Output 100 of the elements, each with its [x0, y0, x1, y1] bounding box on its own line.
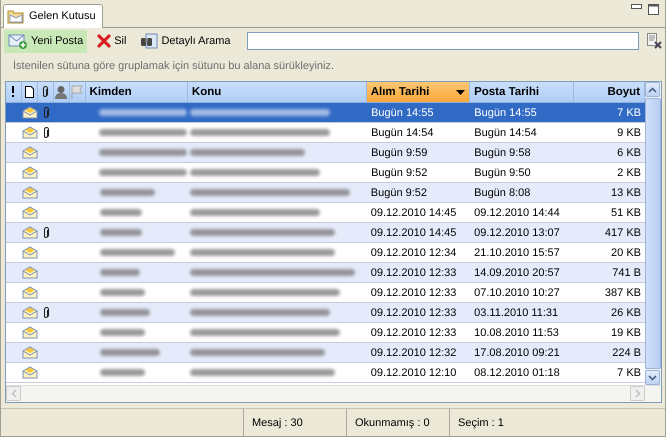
sent-date: 10.08.2010 11:53 [474, 326, 559, 339]
message-row[interactable]: Bugün 14:55 Bugün 14:55 7 KB [6, 103, 645, 124]
blurred-text [100, 329, 145, 336]
envelope-icon [22, 286, 38, 300]
blurred-text [100, 189, 155, 196]
column-header[interactable]: Alım Tarihi [366, 82, 470, 102]
message-size: 224 B [612, 346, 641, 359]
status-text: Okunmamış : 0 [355, 416, 430, 429]
message-size: 13 KB [611, 186, 641, 199]
received-date: Bugün 9:52 [370, 186, 428, 199]
message-size: 20 KB [611, 246, 641, 259]
message-size: 19 KB [611, 326, 641, 339]
toolbar-button[interactable]: Sil [93, 30, 130, 53]
received-date: 09.12.2010 12:32 [370, 346, 456, 359]
sent-date: 09.12.2010 14:44 [474, 206, 560, 219]
clear-search-icon[interactable] [646, 33, 662, 50]
sent-date: Bugün 14:54 [474, 126, 537, 139]
toolbar-button[interactable]: Yeni Posta [4, 30, 88, 53]
blurred-text [100, 309, 150, 316]
received-date: Bugün 9:52 [371, 166, 428, 179]
envelope-icon [22, 306, 38, 320]
sent-date: Bugün 9:50 [474, 166, 531, 179]
sort-arrow-icon [456, 90, 466, 95]
received-date: 09.12.2010 14:45 [370, 206, 456, 219]
received-date: 09.12.2010 12:33 [370, 286, 456, 299]
message-row[interactable]: 09.12.2010 12:10 08.12.2010 01:18 7 KB [6, 363, 645, 384]
received-date: 09.12.2010 12:33 [370, 266, 456, 279]
message-size: 9 KB [617, 126, 641, 139]
received-date: Bugün 14:54 [371, 126, 434, 139]
message-size: 26 KB [611, 306, 641, 319]
envelope-icon [22, 186, 38, 200]
message-size: 6 KB [617, 146, 641, 159]
blurred-text [100, 229, 142, 236]
scrollbar-thumb[interactable] [645, 98, 661, 370]
envelope-icon [22, 106, 38, 120]
status-text: Seçim : 1 [458, 416, 504, 429]
tab[interactable]: Gelen Kutusu [3, 4, 103, 28]
envelope-icon [22, 206, 38, 220]
column-header[interactable]: Kimden [86, 82, 188, 102]
received-date: 09.12.2010 12:33 [370, 326, 456, 339]
envelope-icon [22, 246, 38, 260]
folder-icon [7, 8, 25, 24]
blurred-text [100, 289, 145, 296]
column-header[interactable]: Posta Tarihi [470, 82, 574, 102]
blurred-text [100, 349, 160, 356]
received-date: 09.12.2010 12:10 [370, 366, 456, 379]
blurred-text [100, 269, 140, 276]
scroll-down-button[interactable] [645, 370, 660, 386]
envelope-icon [22, 146, 38, 160]
message-row[interactable]: 09.12.2010 12:33 14.09.2010 20:57 741 B [6, 263, 645, 284]
envelope-icon [22, 346, 38, 360]
delete-icon [97, 34, 112, 48]
maximize-icon[interactable] [648, 4, 659, 15]
minimize-icon[interactable] [631, 4, 642, 10]
envelope-icon [22, 126, 38, 140]
document-icon [24, 86, 34, 98]
envelope-icon [22, 226, 38, 240]
new-mail-icon [8, 33, 28, 50]
envelope-icon [22, 166, 38, 180]
received-date: 09.12.2010 12:33 [370, 306, 456, 319]
message-size: 741 B [612, 266, 641, 279]
sent-date: 08.12.2010 01:18 [474, 366, 560, 379]
message-row[interactable]: 09.12.2010 12:32 17.08.2010 09:21 224 B [6, 343, 645, 364]
blurred-text [100, 209, 142, 216]
received-date: 09.12.2010 12:34 [370, 246, 456, 259]
message-size: 387 KB [604, 286, 641, 299]
sent-date: Bugün 14:55 [474, 106, 537, 119]
envelope-icon [22, 266, 38, 280]
received-date: 09.12.2010 14:45 [370, 226, 456, 239]
scroll-up-button[interactable] [645, 82, 660, 98]
sent-date: Bugün 8:08 [474, 186, 530, 199]
group-by-hint: İstenilen sütuna göre gruplamak için sütunu bu alana sürükleyiniz. [13, 60, 334, 72]
attachment-icon [41, 86, 50, 98]
priority-icon [11, 86, 16, 98]
message-row[interactable]: Bugün 9:59 Bugün 9:58 6 KB [6, 143, 645, 164]
binoculars-icon [140, 33, 158, 50]
sent-date: 07.10.2010 10:27 [474, 286, 560, 299]
search-field[interactable] [246, 32, 639, 50]
message-size: 51 KB [611, 206, 641, 219]
received-date: Bugün 9:59 [371, 146, 428, 159]
sent-date: 03.11.2010 11:31 [474, 306, 558, 319]
message-row[interactable]: Bugün 9:52 Bugün 8:08 13 KB [6, 183, 645, 204]
sent-date: 09.12.2010 13:07 [474, 226, 560, 239]
toolbar-button[interactable]: Detaylı Arama [136, 30, 235, 53]
message-size: 7 KB [617, 106, 641, 119]
message-size: 7 KB [617, 366, 641, 379]
person-icon [54, 85, 68, 100]
status-text: Mesaj : 30 [252, 416, 303, 429]
message-size: 417 KB [604, 226, 641, 239]
blurred-text [100, 369, 145, 376]
sent-date: Bugün 9:58 [474, 146, 531, 159]
message-size: 2 KB [617, 166, 641, 179]
sent-date: 14.09.2010 20:57 [474, 266, 560, 279]
message-row[interactable]: 09.12.2010 12:33 03.11.2010 11:31 26 KB [6, 303, 645, 324]
envelope-icon [22, 326, 38, 340]
envelope-icon [22, 366, 38, 380]
received-date: Bugün 14:55 [371, 106, 434, 119]
message-row[interactable]: 09.12.2010 14:45 09.12.2010 13:07 417 KB [6, 223, 645, 244]
flag-icon [70, 85, 84, 100]
sent-date: 17.08.2010 09:21 [474, 346, 560, 359]
